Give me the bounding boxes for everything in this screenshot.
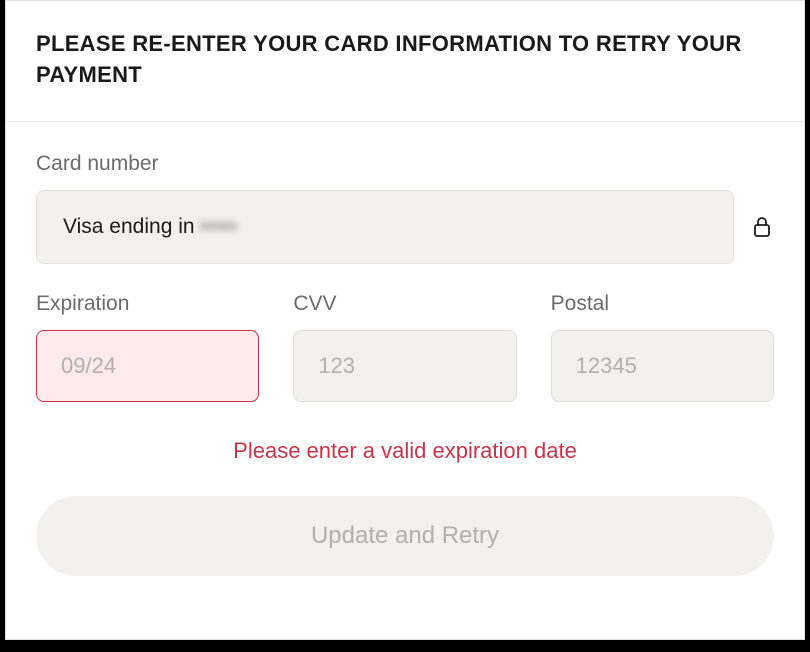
card-number-group: Card number Visa ending in •••• [36, 152, 774, 264]
modal-title: PLEASE RE-ENTER YOUR CARD INFORMATION TO… [36, 29, 774, 91]
card-number-display[interactable]: Visa ending in •••• [36, 190, 734, 264]
card-number-row: Visa ending in •••• [36, 190, 774, 264]
modal-header: PLEASE RE-ENTER YOUR CARD INFORMATION TO… [6, 1, 804, 122]
postal-input[interactable] [551, 330, 774, 402]
expiration-input[interactable] [36, 330, 259, 402]
cvv-group: CVV [293, 292, 516, 402]
cvv-input[interactable] [293, 330, 516, 402]
card-number-label: Card number [36, 152, 774, 176]
postal-label: Postal [551, 292, 774, 316]
modal-body: Card number Visa ending in •••• Expirati… [6, 122, 804, 596]
expiration-label: Expiration [36, 292, 259, 316]
update-retry-button[interactable]: Update and Retry [36, 496, 774, 576]
payment-retry-modal: PLEASE RE-ENTER YOUR CARD INFORMATION TO… [5, 0, 805, 640]
postal-group: Postal [551, 292, 774, 402]
lock-icon [750, 215, 774, 239]
cvv-label: CVV [293, 292, 516, 316]
card-details-row: Expiration CVV Postal [36, 292, 774, 402]
expiration-group: Expiration [36, 292, 259, 402]
card-number-prefix: Visa ending in [63, 215, 195, 239]
error-message: Please enter a valid expiration date [36, 438, 774, 464]
card-number-masked: •••• [201, 215, 238, 239]
